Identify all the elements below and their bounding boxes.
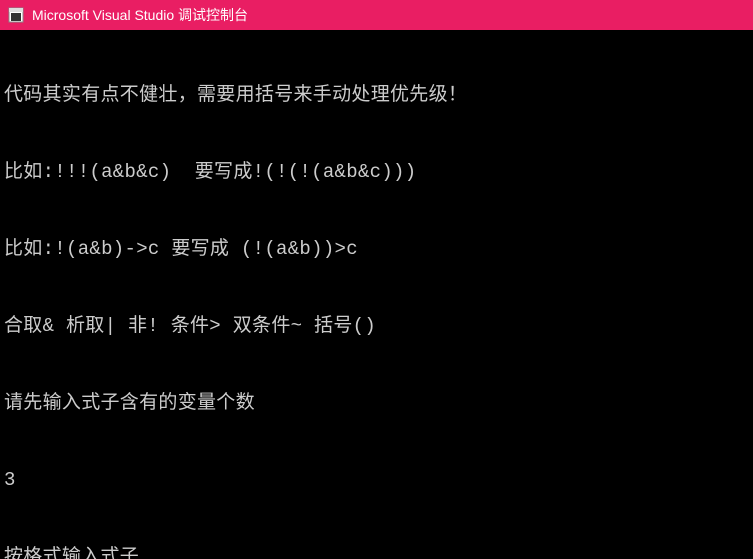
console-line: 代码其实有点不健壮，需要用括号来手动处理优先级！ (4, 83, 749, 109)
title-bar[interactable]: Microsoft Visual Studio 调试控制台 (0, 0, 753, 30)
console-line: 3 (4, 468, 749, 494)
console-output[interactable]: 代码其实有点不健壮，需要用括号来手动处理优先级！ 比如:!!!(a&b&c) 要… (0, 30, 753, 559)
console-line: 比如:!!!(a&b&c) 要写成!(!(!(a&b&c))) (4, 160, 749, 186)
console-line: 比如:!(a&b)->c 要写成 (!(a&b))>c (4, 237, 749, 263)
app-icon (8, 7, 24, 23)
window-title: Microsoft Visual Studio 调试控制台 (32, 5, 248, 25)
console-line: 请先输入式子含有的变量个数 (4, 391, 749, 417)
console-line: 合取& 析取| 非! 条件> 双条件~ 括号() (4, 314, 749, 340)
console-line: 按格式输入式子 (4, 545, 749, 559)
